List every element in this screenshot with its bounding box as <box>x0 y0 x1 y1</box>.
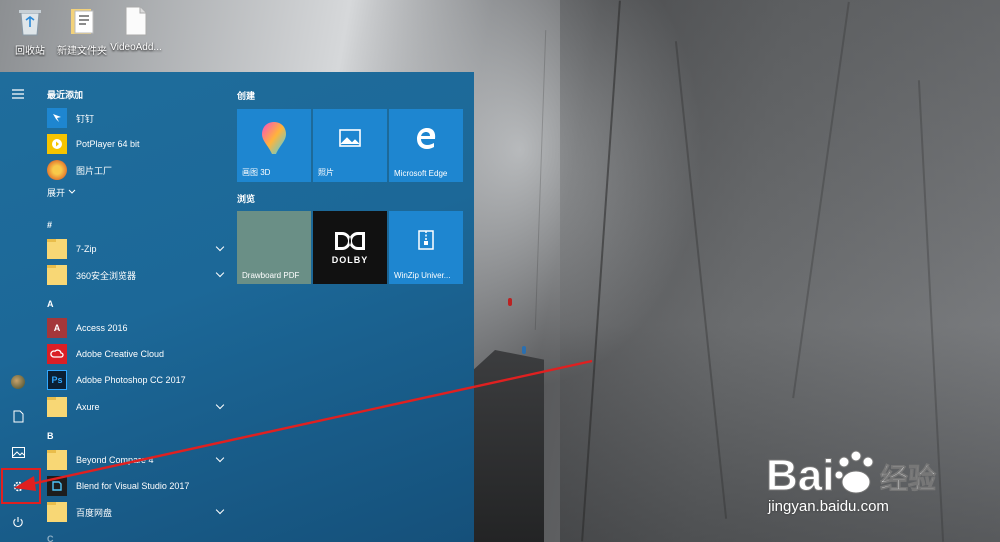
chevron-down-icon <box>215 453 225 463</box>
recycle-bin-icon <box>13 4 47 38</box>
desktop-icon-new-folder[interactable]: 新建文件夹 <box>52 4 112 57</box>
tile-drawboard[interactable]: Drawboard PDF <box>237 211 311 284</box>
watermark-url: jingyan.baidu.com <box>768 498 889 515</box>
desktop-icon-label: 新建文件夹 <box>57 46 107 57</box>
climber <box>522 346 526 354</box>
folder-icon <box>47 450 67 470</box>
app-name: Access 2016 <box>76 323 128 333</box>
expand-label: 展开 <box>47 187 66 198</box>
tile-label: 画图 3D <box>242 168 271 177</box>
gear-icon <box>13 481 23 491</box>
dolby-logo-text: DOLBY <box>331 254 369 265</box>
app-item-picture-factory[interactable]: 图片工厂 <box>47 157 227 183</box>
app-item-access[interactable]: A Access 2016 <box>47 315 227 341</box>
hamburger-icon <box>12 89 24 99</box>
user-account-button[interactable] <box>0 368 36 396</box>
pictures-icon <box>11 446 25 458</box>
power-icon <box>13 517 23 528</box>
letter-header-hash: # <box>47 220 53 230</box>
section-header-recent: 最近添加 <box>47 90 84 100</box>
tile-dolby[interactable]: DOLBY <box>313 211 387 284</box>
tile-label: 照片 <box>318 168 334 177</box>
creative-cloud-icon <box>47 344 67 364</box>
avatar <box>11 375 25 389</box>
app-item-blend[interactable]: Blend for Visual Studio 2017 <box>47 473 227 499</box>
chevron-down-icon <box>215 400 225 410</box>
letter-header-b: B <box>47 431 54 441</box>
app-name: Adobe Photoshop CC 2017 <box>76 375 186 385</box>
svg-text:Bai: Bai <box>766 451 834 500</box>
app-item-axure[interactable]: Axure <box>47 394 227 420</box>
paint3d-icon <box>237 109 311 167</box>
climber <box>508 298 512 306</box>
tile-paint3d[interactable]: 画图 3D <box>237 109 311 182</box>
desktop-icon-label: VideoAdd... <box>110 42 162 53</box>
folder-icon <box>47 239 67 259</box>
app-name: Axure <box>76 402 100 412</box>
letter-header-c: C <box>47 534 54 542</box>
photoshop-icon: Ps <box>47 370 67 390</box>
app-name: PotPlayer 64 bit <box>76 139 140 149</box>
app-item-creative-cloud[interactable]: Adobe Creative Cloud <box>47 341 227 367</box>
start-menu: 最近添加 钉钉 PotPlayer 64 bit 图片工厂 展开 # 7-Zip <box>0 72 474 542</box>
tile-label: WinZip Univer... <box>394 271 451 280</box>
picture-factory-icon <box>47 160 67 180</box>
dingtalk-icon <box>47 108 67 128</box>
tile-edge[interactable]: Microsoft Edge <box>389 109 463 182</box>
desktop-icon-videoadd[interactable]: VideoAdd... <box>106 4 166 53</box>
chevron-down-icon <box>215 505 225 515</box>
documents-button[interactable] <box>0 402 36 430</box>
document-icon <box>13 410 23 422</box>
photos-icon <box>313 109 387 167</box>
folder-icon <box>65 4 99 38</box>
start-rail <box>0 72 36 542</box>
chevron-down-icon <box>68 189 76 194</box>
hamburger-menu-button[interactable] <box>0 80 36 108</box>
potplayer-icon <box>47 134 67 154</box>
app-name: Beyond Compare 4 <box>76 455 154 465</box>
settings-button[interactable] <box>0 472 36 500</box>
app-name: 百度网盘 <box>76 507 113 518</box>
blend-icon <box>47 476 67 496</box>
tile-label: Microsoft Edge <box>394 169 448 178</box>
app-item-photoshop[interactable]: Ps Adobe Photoshop CC 2017 <box>47 367 227 393</box>
app-item-potplayer[interactable]: PotPlayer 64 bit <box>47 131 227 157</box>
dolby-icon: DOLBY <box>313 211 387 284</box>
pictures-button[interactable] <box>0 438 36 466</box>
folder-icon <box>47 502 67 522</box>
app-item-dingtalk[interactable]: 钉钉 <box>47 105 227 131</box>
desktop-icon-label: 回收站 <box>15 46 45 57</box>
letter-header-a: A <box>47 299 54 309</box>
edge-icon <box>389 109 463 167</box>
access-icon: A <box>47 318 67 338</box>
app-item-7zip[interactable]: 7-Zip <box>47 236 227 262</box>
folder-icon <box>47 397 67 417</box>
svg-text:经验: 经验 <box>880 462 936 495</box>
chevron-down-icon <box>215 268 225 278</box>
tile-photos[interactable]: 照片 <box>313 109 387 182</box>
tile-group-header-create: 创建 <box>237 91 256 101</box>
file-icon <box>119 4 153 38</box>
expand-button[interactable]: 展开 <box>47 184 227 200</box>
app-item-beyond-compare[interactable]: Beyond Compare 4 <box>47 447 227 473</box>
power-button[interactable] <box>0 508 36 536</box>
desktop-icon-recycle-bin[interactable]: 回收站 <box>0 4 60 57</box>
chevron-down-icon <box>215 242 225 252</box>
folder-icon <box>47 265 67 285</box>
winzip-icon <box>389 211 463 269</box>
app-item-360-browser[interactable]: 360安全浏览器 <box>47 262 227 288</box>
app-list: 最近添加 钉钉 PotPlayer 64 bit 图片工厂 展开 # 7-Zip <box>36 72 226 542</box>
tile-winzip[interactable]: WinZip Univer... <box>389 211 463 284</box>
tile-label: Drawboard PDF <box>242 271 300 280</box>
app-name: 图片工厂 <box>76 165 113 176</box>
app-item-baidu-netdisk[interactable]: 百度网盘 <box>47 499 227 525</box>
app-name: Blend for Visual Studio 2017 <box>76 481 190 491</box>
app-name: 7-Zip <box>76 244 97 254</box>
app-name: 钉钉 <box>76 113 95 124</box>
app-name: 360安全浏览器 <box>76 270 137 281</box>
app-name: Adobe Creative Cloud <box>76 349 165 359</box>
tile-group-header-browse: 浏览 <box>237 194 256 204</box>
